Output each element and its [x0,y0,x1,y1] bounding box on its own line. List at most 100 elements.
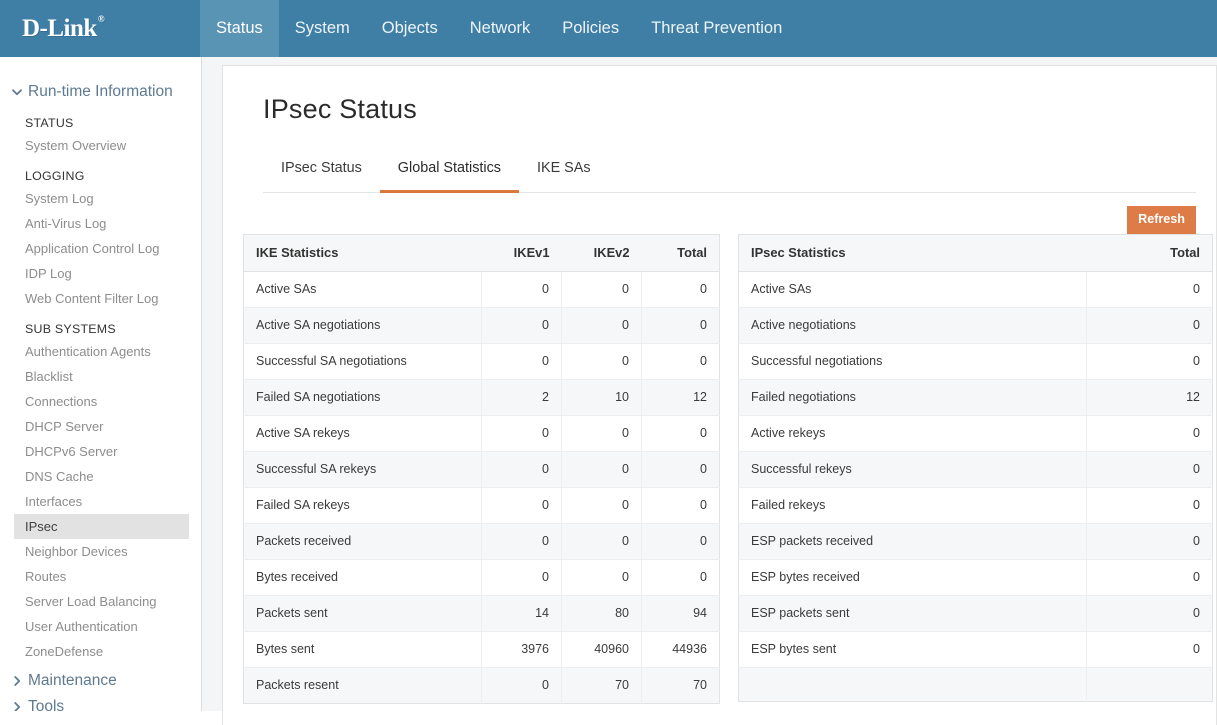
row-label: Failed SA negotiations [244,380,482,416]
cell-total: 70 [642,668,720,704]
nav-item-objects[interactable]: Objects [366,0,454,57]
nav-item-threat-prevention[interactable]: Threat Prevention [635,0,798,57]
row-label: Packets received [244,524,482,560]
sidebar-item-idp-log[interactable]: IDP Log [0,261,201,286]
table-row: ESP bytes sent0 [739,632,1213,668]
cell-ikev2: 0 [562,416,642,452]
cell-ikev1: 0 [482,452,562,488]
cell-total: 0 [1087,632,1213,668]
sidebar-item-web-content-filter-log[interactable]: Web Content Filter Log [0,286,201,311]
row-label: Packets sent [244,596,482,632]
column-header-ike-statistics: IKE Statistics [244,235,482,272]
row-label: Bytes received [244,560,482,596]
sidebar-group-tools[interactable]: Tools [0,694,201,711]
refresh-button[interactable]: Refresh [1127,206,1196,234]
statistics-tables: IKE Statistics IKEv1 IKEv2 Total Active … [243,234,1196,704]
nav-item-policies[interactable]: Policies [546,0,635,57]
table-row [739,668,1213,702]
chevron-right-icon [10,674,24,688]
sidebar-item-dhcp-server[interactable]: DHCP Server [0,414,201,439]
nav-item-network[interactable]: Network [454,0,547,57]
ike-statistics-table: IKE Statistics IKEv1 IKEv2 Total Active … [243,234,720,704]
table-row: Active SAs0 [739,272,1213,308]
table-row: Bytes sent39764096044936 [244,632,720,668]
sidebar-item-dhcpv6-server[interactable]: DHCPv6 Server [0,439,201,464]
cell-ikev2: 0 [562,560,642,596]
table-row: Active SAs000 [244,272,720,308]
cell-total: 0 [642,344,720,380]
row-label: Active negotiations [739,308,1087,344]
sidebar-item-routes[interactable]: Routes [0,564,201,589]
sidebar-item-dns-cache[interactable]: DNS Cache [0,464,201,489]
table-row: Failed rekeys0 [739,488,1213,524]
table-row: Successful rekeys0 [739,452,1213,488]
column-header-ikev1: IKEv1 [482,235,562,272]
row-label [739,668,1087,702]
sidebar-item-user-authentication[interactable]: User Authentication [0,614,201,639]
brand-logo[interactable]: D-Link® [0,0,200,57]
table-row: Successful SA negotiations000 [244,344,720,380]
cell-total [1087,668,1213,702]
sidebar-item-zonedefense[interactable]: ZoneDefense [0,639,201,664]
tab-ike-sas[interactable]: IKE SAs [519,160,609,193]
sidebar-item-connections[interactable]: Connections [0,389,201,414]
cell-ikev2: 0 [562,272,642,308]
trademark-symbol: ® [98,14,104,24]
table-row: Failed SA negotiations21012 [244,380,720,416]
table-row: Active rekeys0 [739,416,1213,452]
top-header-bar: D-Link® StatusSystemObjectsNetworkPolici… [0,0,1217,57]
nav-item-status[interactable]: Status [200,0,279,57]
cell-total: 0 [642,308,720,344]
cell-total: 0 [642,524,720,560]
cell-ikev2: 80 [562,596,642,632]
cell-total: 94 [642,596,720,632]
table-row: Bytes received000 [244,560,720,596]
ike-statistics-panel: IKE Statistics IKEv1 IKEv2 Total Active … [243,234,720,704]
table-row: Active SA negotiations000 [244,308,720,344]
row-label: Failed SA rekeys [244,488,482,524]
cell-total: 0 [1087,560,1213,596]
row-label: Active SA negotiations [244,308,482,344]
row-label: Active SA rekeys [244,416,482,452]
sidebar-item-application-control-log[interactable]: Application Control Log [0,236,201,261]
cell-ikev1: 0 [482,560,562,596]
cell-total: 0 [642,488,720,524]
page-area: IPsec Status IPsec StatusGlobal Statisti… [202,57,1217,711]
tab-global-statistics[interactable]: Global Statistics [380,160,519,193]
chevron-down-icon [10,85,24,99]
sidebar-group-run-time-information[interactable]: Run-time Information [0,79,201,105]
row-label: Successful rekeys [739,452,1087,488]
cell-total: 0 [642,560,720,596]
table-row: Active SA rekeys000 [244,416,720,452]
cell-ikev1: 0 [482,524,562,560]
sidebar-item-ipsec[interactable]: IPsec [14,514,189,539]
cell-total: 0 [642,452,720,488]
cell-ikev1: 2 [482,380,562,416]
cell-ikev1: 14 [482,596,562,632]
sidebar-item-blacklist[interactable]: Blacklist [0,364,201,389]
cell-ikev2: 0 [562,452,642,488]
sidebar-item-anti-virus-log[interactable]: Anti-Virus Log [0,211,201,236]
ipsec-statistics-table: IPsec Statistics Total Active SAs0Active… [738,234,1213,702]
sidebar-item-system-log[interactable]: System Log [0,186,201,211]
sidebar-item-server-load-balancing[interactable]: Server Load Balancing [0,589,201,614]
table-row: Failed SA rekeys000 [244,488,720,524]
cell-total: 0 [1087,272,1213,308]
cell-total: 0 [1087,524,1213,560]
table-row: Failed negotiations12 [739,380,1213,416]
sidebar-item-authentication-agents[interactable]: Authentication Agents [0,339,201,364]
row-label: Packets resent [244,668,482,704]
row-label: ESP bytes sent [739,632,1087,668]
sidebar-item-system-overview[interactable]: System Overview [0,133,201,158]
sidebar-group-label: Run-time Information [28,83,173,101]
row-label: Bytes sent [244,632,482,668]
sidebar-group-maintenance[interactable]: Maintenance [0,668,201,694]
nav-item-system[interactable]: System [279,0,366,57]
row-label: Successful SA rekeys [244,452,482,488]
sidebar-item-neighbor-devices[interactable]: Neighbor Devices [0,539,201,564]
table-row: Packets resent07070 [244,668,720,704]
sidebar-item-interfaces[interactable]: Interfaces [0,489,201,514]
sidebar-section-status: STATUS [0,105,201,133]
cell-total: 0 [642,272,720,308]
tab-ipsec-status[interactable]: IPsec Status [263,160,380,193]
